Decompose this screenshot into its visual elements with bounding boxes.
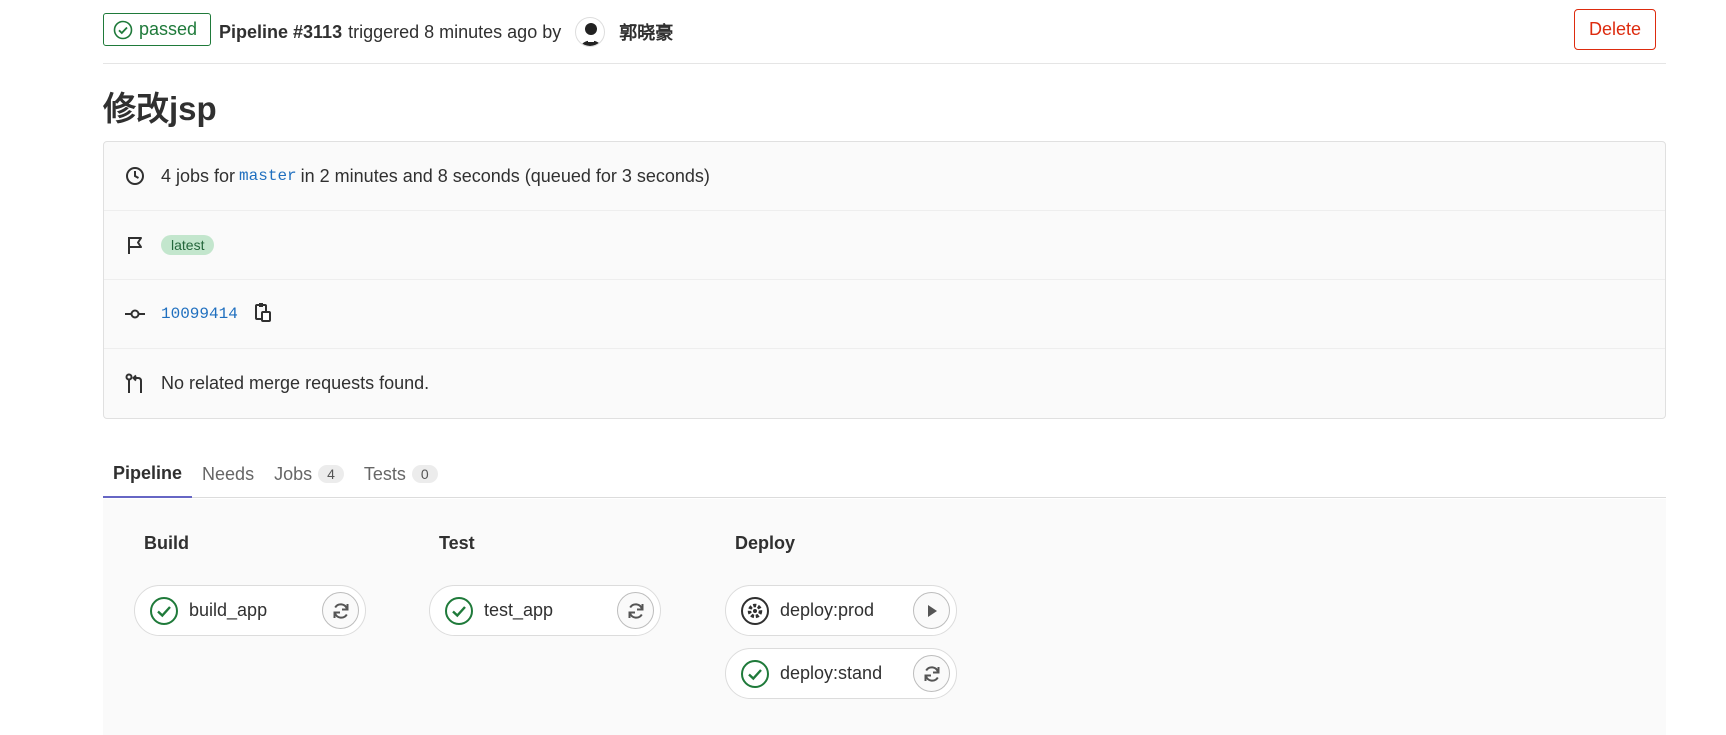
triggered-text: triggered 8 minutes ago by bbox=[348, 21, 562, 42]
jobs-suffix: in 2 minutes and 8 seconds (queued for 3… bbox=[300, 165, 710, 186]
stage-title-build: Build bbox=[144, 533, 189, 553]
retry-button[interactable] bbox=[913, 655, 950, 692]
latest-badge: latest bbox=[161, 235, 215, 255]
retry-icon bbox=[333, 602, 348, 619]
merge-requests-row: No related merge requests found. bbox=[104, 349, 1665, 418]
tab-jobs[interactable]: Jobs 4 bbox=[264, 450, 354, 498]
check-circle-icon bbox=[113, 20, 133, 39]
job-name: deploy:stand bbox=[780, 663, 883, 683]
commit-row: 10099414 bbox=[104, 280, 1665, 349]
jobs-count-badge: 4 bbox=[318, 465, 344, 483]
pipeline-tabs: Pipeline Needs Jobs 4 Tests 0 bbox=[103, 450, 1666, 498]
retry-button[interactable] bbox=[322, 592, 359, 629]
pipeline-graph: Build build_app Test test_app Deploy dep… bbox=[103, 499, 1666, 735]
status-label: passed bbox=[139, 19, 198, 39]
merge-requests-text: No related merge requests found. bbox=[161, 373, 430, 393]
job-build-app[interactable]: build_app bbox=[134, 585, 366, 636]
retry-button[interactable] bbox=[617, 592, 654, 629]
check-circle-icon bbox=[741, 659, 769, 688]
page-title: 修改jsp bbox=[103, 90, 217, 127]
stage-title-deploy: Deploy bbox=[735, 533, 796, 553]
gear-icon bbox=[741, 596, 769, 625]
commit-icon bbox=[124, 303, 146, 325]
retry-icon bbox=[628, 602, 643, 619]
job-deploy-prod[interactable]: deploy:prod bbox=[725, 585, 957, 636]
jobs-prefix: 4 jobs for bbox=[161, 165, 236, 186]
job-name: test_app bbox=[484, 600, 554, 620]
tab-label: Pipeline bbox=[113, 462, 183, 483]
tab-tests[interactable]: Tests 0 bbox=[354, 450, 448, 498]
copy-icon[interactable] bbox=[254, 302, 272, 327]
pipeline-info-box: 4 jobs for master in 2 minutes and 8 sec… bbox=[103, 141, 1666, 419]
tab-label: Tests bbox=[363, 463, 406, 484]
avatar[interactable] bbox=[575, 17, 606, 47]
job-test-app[interactable]: test_app bbox=[429, 585, 661, 636]
merge-request-icon bbox=[124, 373, 146, 395]
job-name: deploy:prod bbox=[780, 600, 875, 620]
clock-icon bbox=[124, 165, 146, 187]
author-name[interactable]: 郭晓豪 bbox=[619, 19, 673, 45]
check-circle-icon bbox=[150, 596, 178, 625]
pipeline-header: passed Pipeline #3113 triggered 8 minute… bbox=[103, 0, 1666, 64]
job-deploy-stand[interactable]: deploy:stand bbox=[725, 648, 957, 699]
play-button[interactable] bbox=[913, 592, 950, 629]
play-icon bbox=[927, 604, 937, 617]
jobs-summary-row: 4 jobs for master in 2 minutes and 8 sec… bbox=[104, 142, 1665, 211]
delete-button[interactable]: Delete bbox=[1573, 9, 1656, 50]
tests-count-badge: 0 bbox=[411, 465, 438, 483]
commit-sha-link[interactable]: 10099414 bbox=[161, 305, 238, 323]
status-badge[interactable]: passed bbox=[103, 13, 212, 46]
check-circle-icon bbox=[445, 596, 473, 625]
tab-needs[interactable]: Needs bbox=[192, 450, 264, 498]
pipeline-id: Pipeline #3113 bbox=[219, 21, 343, 42]
job-name: build_app bbox=[189, 600, 268, 620]
stage-title-test: Test bbox=[439, 533, 475, 553]
tab-label: Needs bbox=[202, 463, 255, 484]
tab-label: Jobs bbox=[274, 463, 313, 484]
branch-link[interactable]: master bbox=[239, 167, 297, 185]
retry-icon bbox=[924, 665, 939, 682]
tags-row: latest bbox=[104, 211, 1665, 280]
flag-icon bbox=[124, 234, 146, 256]
tab-pipeline[interactable]: Pipeline bbox=[103, 450, 193, 498]
pipeline-meta: Pipeline #3113 triggered 8 minutes ago b… bbox=[219, 17, 673, 47]
